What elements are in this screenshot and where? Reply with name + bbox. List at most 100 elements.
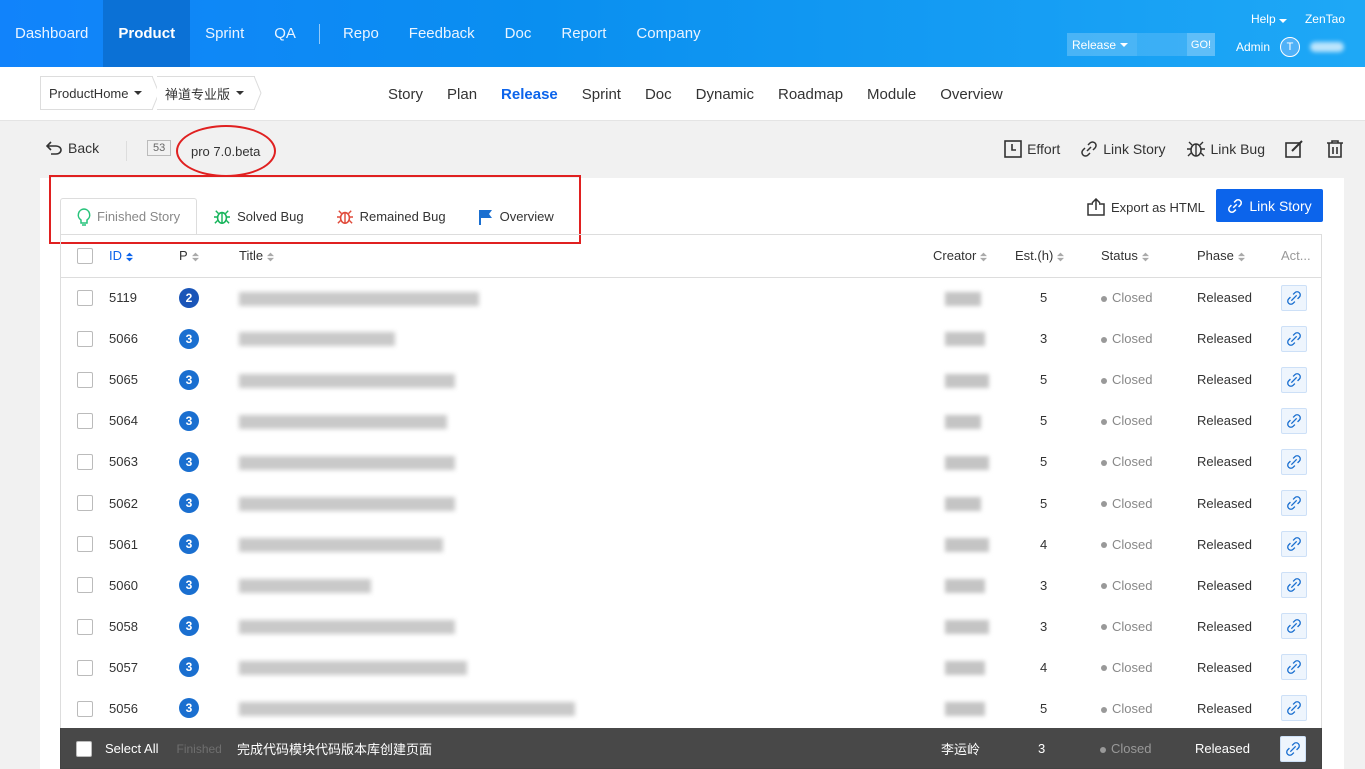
row-id[interactable]: 5119	[109, 277, 179, 318]
col-phase[interactable]: Phase	[1197, 235, 1281, 278]
row-id[interactable]: 5061	[109, 524, 179, 565]
subnav-plan[interactable]: Plan	[435, 86, 489, 103]
col-creator[interactable]: Creator	[933, 235, 1015, 278]
effort-button[interactable]: Effort	[1004, 140, 1060, 158]
row-checkbox[interactable]	[77, 372, 93, 389]
unlink-button[interactable]	[1281, 407, 1307, 434]
row-checkbox[interactable]	[77, 618, 93, 635]
back-button[interactable]: Back	[46, 140, 99, 156]
unlink-button[interactable]	[1281, 695, 1307, 722]
select-all-checkbox[interactable]	[76, 740, 92, 757]
row-id[interactable]: 5057	[109, 647, 179, 688]
nav-company[interactable]: Company	[621, 0, 715, 67]
row-id[interactable]: 5064	[109, 400, 179, 441]
nav-feedback[interactable]: Feedback	[394, 0, 490, 67]
avatar[interactable]: T	[1280, 37, 1301, 57]
row-id[interactable]: 5062	[109, 482, 179, 523]
row-checkbox[interactable]	[77, 413, 93, 430]
search-type-select[interactable]: Release	[1067, 33, 1137, 56]
unlink-button[interactable]	[1281, 325, 1307, 352]
col-estimate[interactable]: Est.(h)	[1015, 235, 1101, 278]
nav-report[interactable]: Report	[546, 0, 621, 67]
nav-sprint[interactable]: Sprint	[190, 0, 259, 67]
row-id[interactable]: 5065	[109, 359, 179, 400]
story-title-blurred[interactable]	[239, 578, 371, 593]
edit-button[interactable]	[1285, 140, 1305, 158]
table-row[interactable]: 5060 3 3 Closed Released	[61, 565, 1321, 606]
row-checkbox[interactable]	[77, 536, 93, 553]
nav-repo[interactable]: Repo	[328, 0, 394, 67]
table-row[interactable]: 5061 3 4 Closed Released	[61, 524, 1321, 565]
breadcrumb-product-home[interactable]: ProductHome	[40, 76, 153, 110]
unlink-button[interactable]	[1281, 531, 1307, 558]
subnav-release[interactable]: Release	[489, 86, 570, 103]
unlink-button[interactable]	[1281, 448, 1307, 475]
row-checkbox[interactable]	[77, 659, 93, 676]
breadcrumb-product-name[interactable]: 禅道专业版	[157, 76, 255, 110]
help-menu[interactable]: Help	[1251, 12, 1287, 26]
row-checkbox[interactable]	[77, 700, 93, 717]
delete-button[interactable]	[1325, 139, 1345, 159]
story-title-blurred[interactable]	[239, 332, 395, 347]
nav-product[interactable]: Product	[103, 0, 191, 67]
table-row[interactable]: 5058 3 3 Closed Released	[61, 606, 1321, 647]
nav-dashboard[interactable]: Dashboard	[0, 0, 103, 67]
link-bug-action[interactable]: Link Bug	[1186, 140, 1265, 158]
story-title-blurred[interactable]	[239, 414, 447, 429]
table-row[interactable]: 5063 3 5 Closed Released	[61, 441, 1321, 482]
search-input[interactable]	[1137, 33, 1187, 56]
export-html-button[interactable]: Export as HTML	[1087, 198, 1205, 216]
story-title-blurred[interactable]	[239, 620, 455, 635]
story-title-blurred[interactable]	[239, 291, 479, 306]
subnav-module[interactable]: Module	[855, 86, 928, 103]
row-checkbox[interactable]	[77, 577, 93, 594]
row-id[interactable]: 5056	[109, 688, 179, 729]
user-name-blurred[interactable]	[1310, 42, 1345, 52]
col-priority[interactable]: P	[179, 235, 239, 278]
story-title-blurred[interactable]	[239, 702, 575, 717]
col-status[interactable]: Status	[1101, 235, 1197, 278]
table-row[interactable]: 5057 3 4 Closed Released	[61, 647, 1321, 688]
subnav-dynamic[interactable]: Dynamic	[684, 86, 766, 103]
col-id[interactable]: ID	[109, 235, 179, 278]
story-title-blurred[interactable]	[239, 373, 455, 388]
table-row[interactable]: 5056 3 5 Closed Released	[61, 688, 1321, 729]
row-checkbox[interactable]	[77, 495, 93, 512]
subnav-story[interactable]: Story	[376, 86, 435, 103]
table-row[interactable]: 5119 2 5 Closed Released	[61, 277, 1321, 318]
subnav-sprint[interactable]: Sprint	[570, 86, 633, 103]
table-row[interactable]: 5064 3 5 Closed Released	[61, 400, 1321, 441]
row-checkbox[interactable]	[77, 290, 93, 307]
col-title[interactable]: Title	[239, 235, 933, 278]
link-story-action[interactable]: Link Story	[1080, 140, 1166, 158]
search-go-button[interactable]: GO!	[1187, 33, 1215, 56]
row-checkbox[interactable]	[77, 330, 93, 347]
table-row[interactable]: 5065 3 5 Closed Released	[61, 359, 1321, 400]
unlink-button[interactable]	[1281, 490, 1307, 517]
row-id[interactable]: 5058	[109, 606, 179, 647]
story-title-blurred[interactable]	[239, 455, 455, 470]
story-title-blurred[interactable]	[239, 537, 443, 552]
table-row[interactable]: 5066 3 3 Closed Released	[61, 318, 1321, 359]
row-id[interactable]: 5060	[109, 565, 179, 606]
nav-qa[interactable]: QA	[259, 0, 311, 67]
unlink-button[interactable]	[1281, 366, 1307, 393]
select-all-label[interactable]: Select All	[105, 741, 158, 756]
subnav-doc[interactable]: Doc	[633, 86, 684, 103]
story-title-blurred[interactable]	[239, 661, 467, 676]
row-id[interactable]: 5066	[109, 318, 179, 359]
row-checkbox[interactable]	[77, 454, 93, 471]
unlink-button[interactable]	[1281, 613, 1307, 640]
subnav-overview[interactable]: Overview	[928, 86, 1015, 103]
subnav-roadmap[interactable]: Roadmap	[766, 86, 855, 103]
table-row[interactable]: 5062 3 5 Closed Released	[61, 482, 1321, 523]
unlink-button[interactable]	[1281, 654, 1307, 681]
story-title-blurred[interactable]	[239, 496, 455, 511]
unlink-button[interactable]	[1280, 735, 1306, 762]
link-story-button[interactable]: Link Story	[1216, 189, 1323, 222]
unlink-button[interactable]	[1281, 572, 1307, 599]
header-checkbox[interactable]	[77, 248, 93, 265]
row-id[interactable]: 5063	[109, 441, 179, 482]
nav-doc[interactable]: Doc	[490, 0, 547, 67]
unlink-button[interactable]	[1281, 284, 1307, 311]
